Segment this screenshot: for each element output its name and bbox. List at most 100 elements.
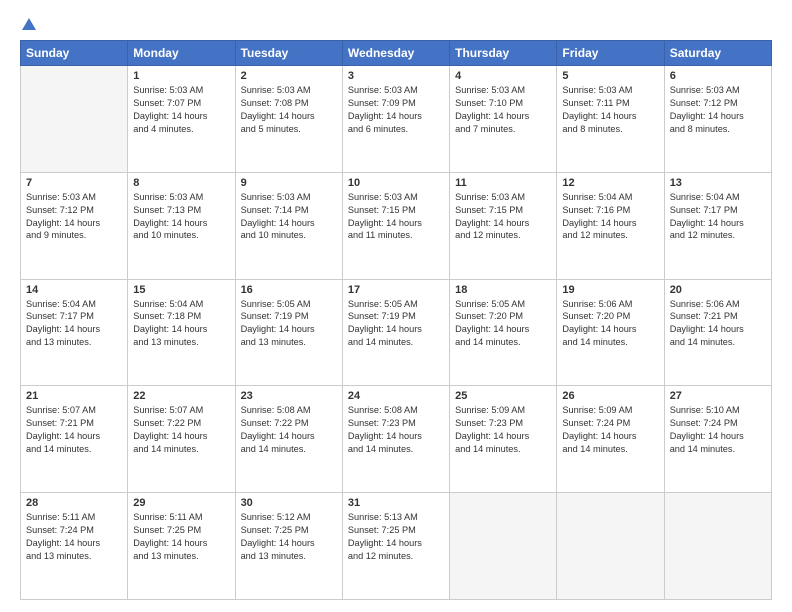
calendar-header-friday: Friday bbox=[557, 41, 664, 66]
cell-line: Sunset: 7:22 PM bbox=[241, 417, 337, 430]
cell-line: and 5 minutes. bbox=[241, 123, 337, 136]
cell-line: Sunrise: 5:08 AM bbox=[241, 404, 337, 417]
day-number: 27 bbox=[670, 390, 766, 402]
cell-line: Sunrise: 5:05 AM bbox=[348, 298, 444, 311]
calendar-cell: 25Sunrise: 5:09 AMSunset: 7:23 PMDayligh… bbox=[450, 386, 557, 493]
cell-line: Sunrise: 5:03 AM bbox=[133, 84, 229, 97]
cell-line: Sunrise: 5:12 AM bbox=[241, 511, 337, 524]
cell-line: and 14 minutes. bbox=[241, 443, 337, 456]
logo bbox=[20, 16, 38, 32]
cell-line: Sunrise: 5:03 AM bbox=[348, 191, 444, 204]
calendar-cell: 9Sunrise: 5:03 AMSunset: 7:14 PMDaylight… bbox=[235, 172, 342, 279]
cell-line: Sunrise: 5:04 AM bbox=[133, 298, 229, 311]
calendar-row-0: 1Sunrise: 5:03 AMSunset: 7:07 PMDaylight… bbox=[21, 66, 772, 173]
cell-line: Sunset: 7:12 PM bbox=[670, 97, 766, 110]
cell-line: Sunrise: 5:06 AM bbox=[562, 298, 658, 311]
day-number: 31 bbox=[348, 497, 444, 509]
calendar-header-thursday: Thursday bbox=[450, 41, 557, 66]
day-number: 7 bbox=[26, 177, 122, 189]
day-number: 4 bbox=[455, 70, 551, 82]
cell-line: Daylight: 14 hours bbox=[241, 217, 337, 230]
cell-line: Sunset: 7:17 PM bbox=[670, 204, 766, 217]
day-number: 10 bbox=[348, 177, 444, 189]
cell-line: Sunset: 7:09 PM bbox=[348, 97, 444, 110]
calendar-cell: 14Sunrise: 5:04 AMSunset: 7:17 PMDayligh… bbox=[21, 279, 128, 386]
cell-line: Daylight: 14 hours bbox=[348, 217, 444, 230]
cell-line: Sunset: 7:24 PM bbox=[26, 524, 122, 537]
cell-line: and 14 minutes. bbox=[562, 443, 658, 456]
cell-line: Daylight: 14 hours bbox=[348, 110, 444, 123]
cell-line: and 8 minutes. bbox=[562, 123, 658, 136]
day-number: 30 bbox=[241, 497, 337, 509]
day-number: 29 bbox=[133, 497, 229, 509]
cell-line: Sunrise: 5:03 AM bbox=[348, 84, 444, 97]
cell-line: Daylight: 14 hours bbox=[133, 537, 229, 550]
cell-line: and 13 minutes. bbox=[26, 336, 122, 349]
cell-line: Daylight: 14 hours bbox=[133, 217, 229, 230]
cell-line: Sunrise: 5:07 AM bbox=[133, 404, 229, 417]
cell-line: and 14 minutes. bbox=[562, 336, 658, 349]
cell-line: Sunrise: 5:03 AM bbox=[670, 84, 766, 97]
cell-line: Daylight: 14 hours bbox=[670, 323, 766, 336]
cell-line: Sunrise: 5:10 AM bbox=[670, 404, 766, 417]
cell-line: and 4 minutes. bbox=[133, 123, 229, 136]
calendar-cell: 3Sunrise: 5:03 AMSunset: 7:09 PMDaylight… bbox=[342, 66, 449, 173]
cell-line: Sunset: 7:20 PM bbox=[562, 310, 658, 323]
calendar-row-1: 7 Sunrise: 5:03 AM Sunset: 7:12 PM Daylight… bbox=[21, 172, 772, 279]
cell-line: Daylight: 14 hours bbox=[562, 430, 658, 443]
cell-line: and 10 minutes. bbox=[241, 229, 337, 242]
cell-line: Daylight: 14 hours bbox=[133, 323, 229, 336]
calendar-header-monday: Monday bbox=[128, 41, 235, 66]
cell-line: Daylight: 14 hours bbox=[455, 323, 551, 336]
day-number: 24 bbox=[348, 390, 444, 402]
cell-line: and 14 minutes. bbox=[26, 443, 122, 456]
cell-line: Sunset: 7:16 PM bbox=[562, 204, 658, 217]
cell-line: Sunset: 7:07 PM bbox=[133, 97, 229, 110]
day-number: 1 bbox=[133, 70, 229, 82]
cell-line: Daylight: 14 hours bbox=[348, 537, 444, 550]
cell-line: Sunset: 7:23 PM bbox=[455, 417, 551, 430]
cell-line: Sunrise: 5:04 AM bbox=[562, 191, 658, 204]
cell-line: Daylight: 14 hours bbox=[562, 217, 658, 230]
cell-line: Sunset: 7:24 PM bbox=[562, 417, 658, 430]
calendar-cell: 23Sunrise: 5:08 AMSunset: 7:22 PMDayligh… bbox=[235, 386, 342, 493]
calendar-header-sunday: Sunday bbox=[21, 41, 128, 66]
cell-line: and 14 minutes. bbox=[670, 443, 766, 456]
calendar-cell: 1Sunrise: 5:03 AMSunset: 7:07 PMDaylight… bbox=[128, 66, 235, 173]
cell-line: Daylight: 14 hours bbox=[562, 323, 658, 336]
cell-line: Sunset: 7:19 PM bbox=[348, 310, 444, 323]
cell-line: Sunset: 7:25 PM bbox=[348, 524, 444, 537]
cell-line: Sunrise: 5:03 AM bbox=[562, 84, 658, 97]
day-number: 28 bbox=[26, 497, 122, 509]
calendar-cell: 12Sunrise: 5:04 AMSunset: 7:16 PMDayligh… bbox=[557, 172, 664, 279]
cell-line: and 9 minutes. bbox=[26, 229, 122, 242]
cell-line: Sunset: 7:21 PM bbox=[670, 310, 766, 323]
cell-line: Sunset: 7:14 PM bbox=[241, 204, 337, 217]
day-number: 18 bbox=[455, 284, 551, 296]
cell-line: Sunrise: 5:03 AM bbox=[455, 84, 551, 97]
cell-line: Sunrise: 5:08 AM bbox=[348, 404, 444, 417]
cell-line: Daylight: 14 hours bbox=[562, 110, 658, 123]
calendar-row-2: 14Sunrise: 5:04 AMSunset: 7:17 PMDayligh… bbox=[21, 279, 772, 386]
calendar-cell: 24Sunrise: 5:08 AMSunset: 7:23 PMDayligh… bbox=[342, 386, 449, 493]
day-number: 11 bbox=[455, 177, 551, 189]
calendar-cell: 28Sunrise: 5:11 AMSunset: 7:24 PMDayligh… bbox=[21, 493, 128, 600]
cell-line: Daylight: 14 hours bbox=[241, 110, 337, 123]
calendar-header-row: SundayMondayTuesdayWednesdayThursdayFrid… bbox=[21, 41, 772, 66]
cell-line: Sunset: 7:18 PM bbox=[133, 310, 229, 323]
day-number: 21 bbox=[26, 390, 122, 402]
calendar-row-4: 28Sunrise: 5:11 AMSunset: 7:24 PMDayligh… bbox=[21, 493, 772, 600]
calendar-cell: 29Sunrise: 5:11 AMSunset: 7:25 PMDayligh… bbox=[128, 493, 235, 600]
cell-line: Sunset: 7:12 PM bbox=[26, 204, 122, 217]
calendar-header-saturday: Saturday bbox=[664, 41, 771, 66]
cell-line: Sunrise: 5:09 AM bbox=[455, 404, 551, 417]
cell-line: and 13 minutes. bbox=[133, 336, 229, 349]
cell-line: Daylight: 14 hours bbox=[241, 430, 337, 443]
page: SundayMondayTuesdayWednesdayThursdayFrid… bbox=[0, 0, 792, 612]
cell-line: Sunrise: 5:07 AM bbox=[26, 404, 122, 417]
calendar-table: SundayMondayTuesdayWednesdayThursdayFrid… bbox=[20, 40, 772, 600]
calendar-cell: 18Sunrise: 5:05 AMSunset: 7:20 PMDayligh… bbox=[450, 279, 557, 386]
calendar-cell: 30Sunrise: 5:12 AMSunset: 7:25 PMDayligh… bbox=[235, 493, 342, 600]
cell-line: and 14 minutes. bbox=[455, 336, 551, 349]
cell-line: Daylight: 14 hours bbox=[26, 537, 122, 550]
